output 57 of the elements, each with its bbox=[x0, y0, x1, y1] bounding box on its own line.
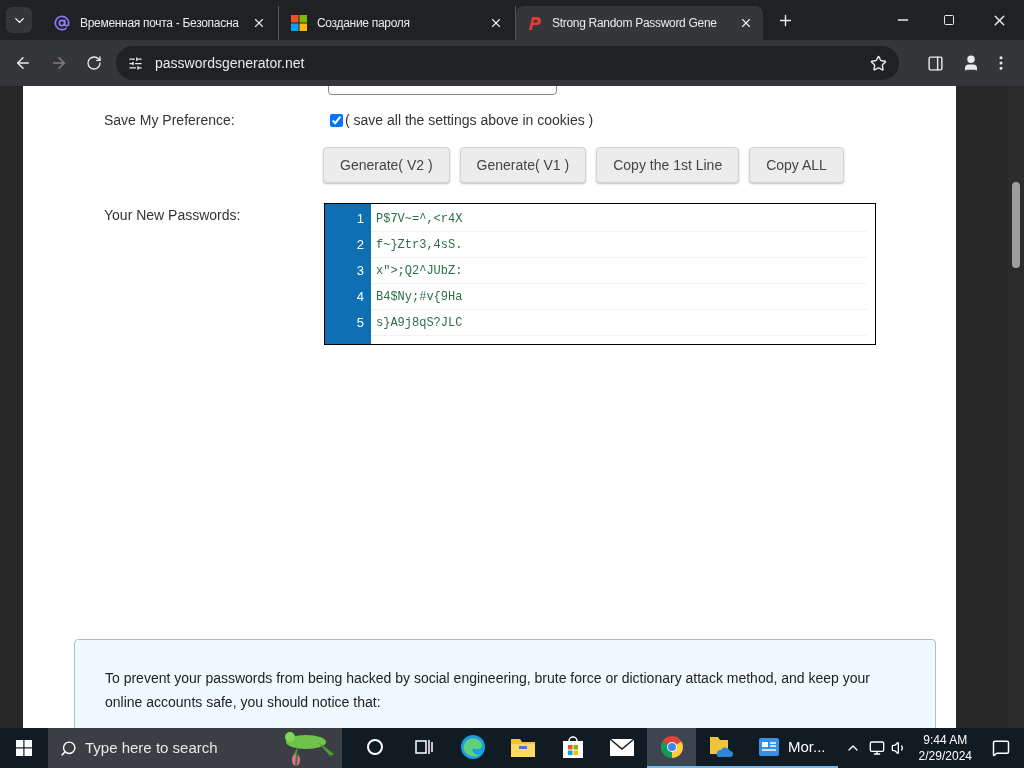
p-logo-icon bbox=[526, 15, 542, 31]
notice-paragraph: To prevent your passwords from being hacked by social engineering, brute force or dictionary attack method, and keep your online accounts safe, you should notice that: bbox=[105, 669, 871, 712]
site-settings-icon[interactable] bbox=[128, 55, 143, 71]
taskbar-search-field[interactable]: Type here to search bbox=[48, 728, 342, 768]
password-text: x">;Q2^JUbZ: bbox=[376, 262, 463, 280]
bookmark-star-icon[interactable] bbox=[870, 54, 887, 72]
shopping-bag-icon bbox=[560, 735, 585, 759]
field-label: Your New Passwords: bbox=[104, 206, 242, 225]
taskbar-app-button[interactable] bbox=[647, 728, 696, 768]
clock[interactable]: 9:44 AM 2/29/2024 bbox=[912, 732, 978, 764]
close-icon[interactable] bbox=[489, 16, 503, 30]
action-button[interactable]: Copy ALL bbox=[749, 147, 844, 183]
news-icon bbox=[758, 737, 780, 757]
save-preference-checkbox[interactable] bbox=[330, 113, 343, 127]
circle-icon bbox=[365, 738, 384, 756]
password-text: P$7V~=^,<r4X bbox=[376, 210, 463, 228]
profile-icon[interactable] bbox=[962, 54, 980, 72]
password-text: B4$Ny;#v{9Ha bbox=[376, 288, 463, 306]
tab-search-button[interactable] bbox=[6, 7, 32, 33]
action-button[interactable]: Generate( V2 ) bbox=[323, 147, 450, 183]
line-number: 4 bbox=[355, 288, 365, 307]
line-number: 1 bbox=[355, 210, 365, 229]
tab-title: Создание пароля bbox=[317, 15, 411, 32]
tab-title: Временная почта - Безопасна bbox=[80, 15, 240, 32]
windows-logo-icon bbox=[291, 15, 307, 31]
checkbox-label: ( save all the settings above in cookies ) bbox=[345, 110, 594, 130]
edge-icon bbox=[460, 734, 486, 760]
line-number: 5 bbox=[355, 314, 365, 333]
windows-start-icon[interactable] bbox=[16, 740, 32, 756]
address-bar[interactable]: passwordsgenerator.net bbox=[116, 46, 899, 80]
password-text: s}A9j8qS?JLC bbox=[376, 314, 463, 332]
network-icon[interactable] bbox=[868, 740, 885, 756]
folder-icon bbox=[510, 736, 536, 758]
tab-title: Strong Random Password Gene bbox=[552, 15, 718, 32]
action-button[interactable]: Generate( V1 ) bbox=[459, 147, 587, 183]
restore-icon[interactable] bbox=[943, 14, 955, 26]
line-number: 3 bbox=[355, 262, 365, 281]
search-icon bbox=[60, 739, 77, 757]
back-icon[interactable] bbox=[14, 54, 32, 72]
forward-icon[interactable] bbox=[50, 54, 68, 72]
side-panel-icon[interactable] bbox=[927, 54, 944, 72]
url-text: passwordsgenerator.net bbox=[155, 53, 306, 73]
task-view-icon bbox=[413, 738, 434, 756]
notifications-icon[interactable] bbox=[992, 739, 1010, 757]
folder-cloud-icon bbox=[708, 735, 734, 759]
at-sign-icon bbox=[54, 15, 70, 31]
reload-icon[interactable] bbox=[86, 55, 102, 71]
close-icon[interactable] bbox=[739, 16, 753, 30]
field-label: Save My Preference: bbox=[104, 110, 236, 130]
chrome-icon bbox=[659, 735, 684, 759]
taskbar-app-button[interactable]: Mor... bbox=[746, 728, 838, 768]
envelope-icon bbox=[609, 737, 635, 757]
close-icon[interactable] bbox=[252, 16, 266, 30]
password-text: f~}Ztr3,4sS. bbox=[376, 236, 463, 254]
browser-tab[interactable]: Strong Random Password Gene bbox=[516, 6, 763, 40]
line-number: 2 bbox=[355, 236, 365, 255]
action-button[interactable]: Copy the 1st Line bbox=[596, 147, 740, 183]
